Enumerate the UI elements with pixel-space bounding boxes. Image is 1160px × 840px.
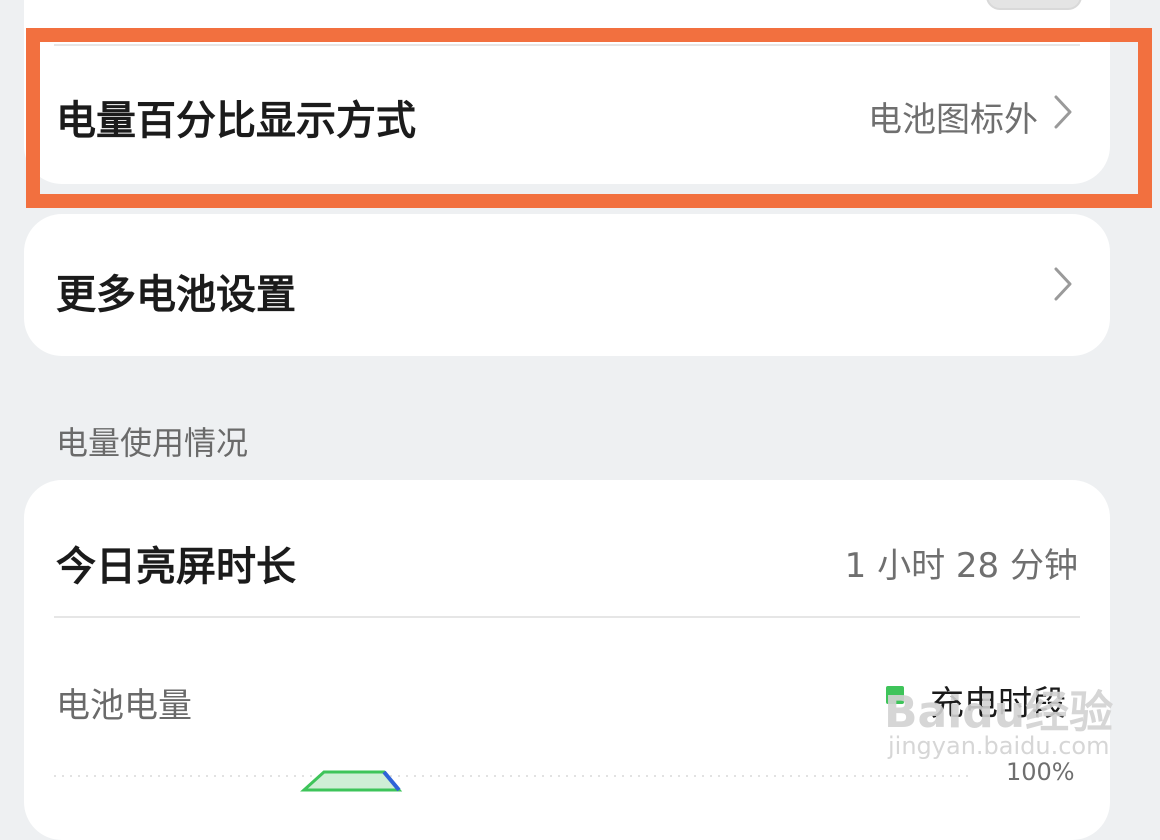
screen-time-title: 今日亮屏时长 [56,544,296,590]
chart-axis-max-label: 100% [1006,758,1075,786]
battery-level-label: 电池电量 [56,686,192,726]
screen-time-row[interactable]: 今日亮屏时长 1 小时 28 分钟 [24,480,1110,616]
battery-percent-display-value: 电池图标外 [868,100,1038,140]
watermark-url: jingyan.baidu.com [888,732,1110,760]
more-battery-settings-title: 更多电池设置 [56,272,296,318]
battery-usage-card: 今日亮屏时长 1 小时 28 分钟 电池电量 充电时段 100% [24,480,1110,840]
toggle-switch[interactable] [986,0,1082,10]
chevron-right-icon [1054,267,1072,301]
battery-level-chart [54,770,974,792]
more-battery-settings-card[interactable]: 更多电池设置 [24,214,1110,356]
battery-usage-section-label: 电量使用情况 [56,424,249,462]
watermark-logo: Baidu经验 [884,687,1114,738]
battery-percent-display-title: 电量百分比显示方式 [56,98,416,144]
screen-time-value: 1 小时 28 分钟 [844,546,1078,586]
row-divider [54,616,1080,618]
chevron-right-icon [1054,95,1072,129]
battery-percent-display-row[interactable]: 电量百分比显示方式 电池图标外 [24,46,1110,182]
